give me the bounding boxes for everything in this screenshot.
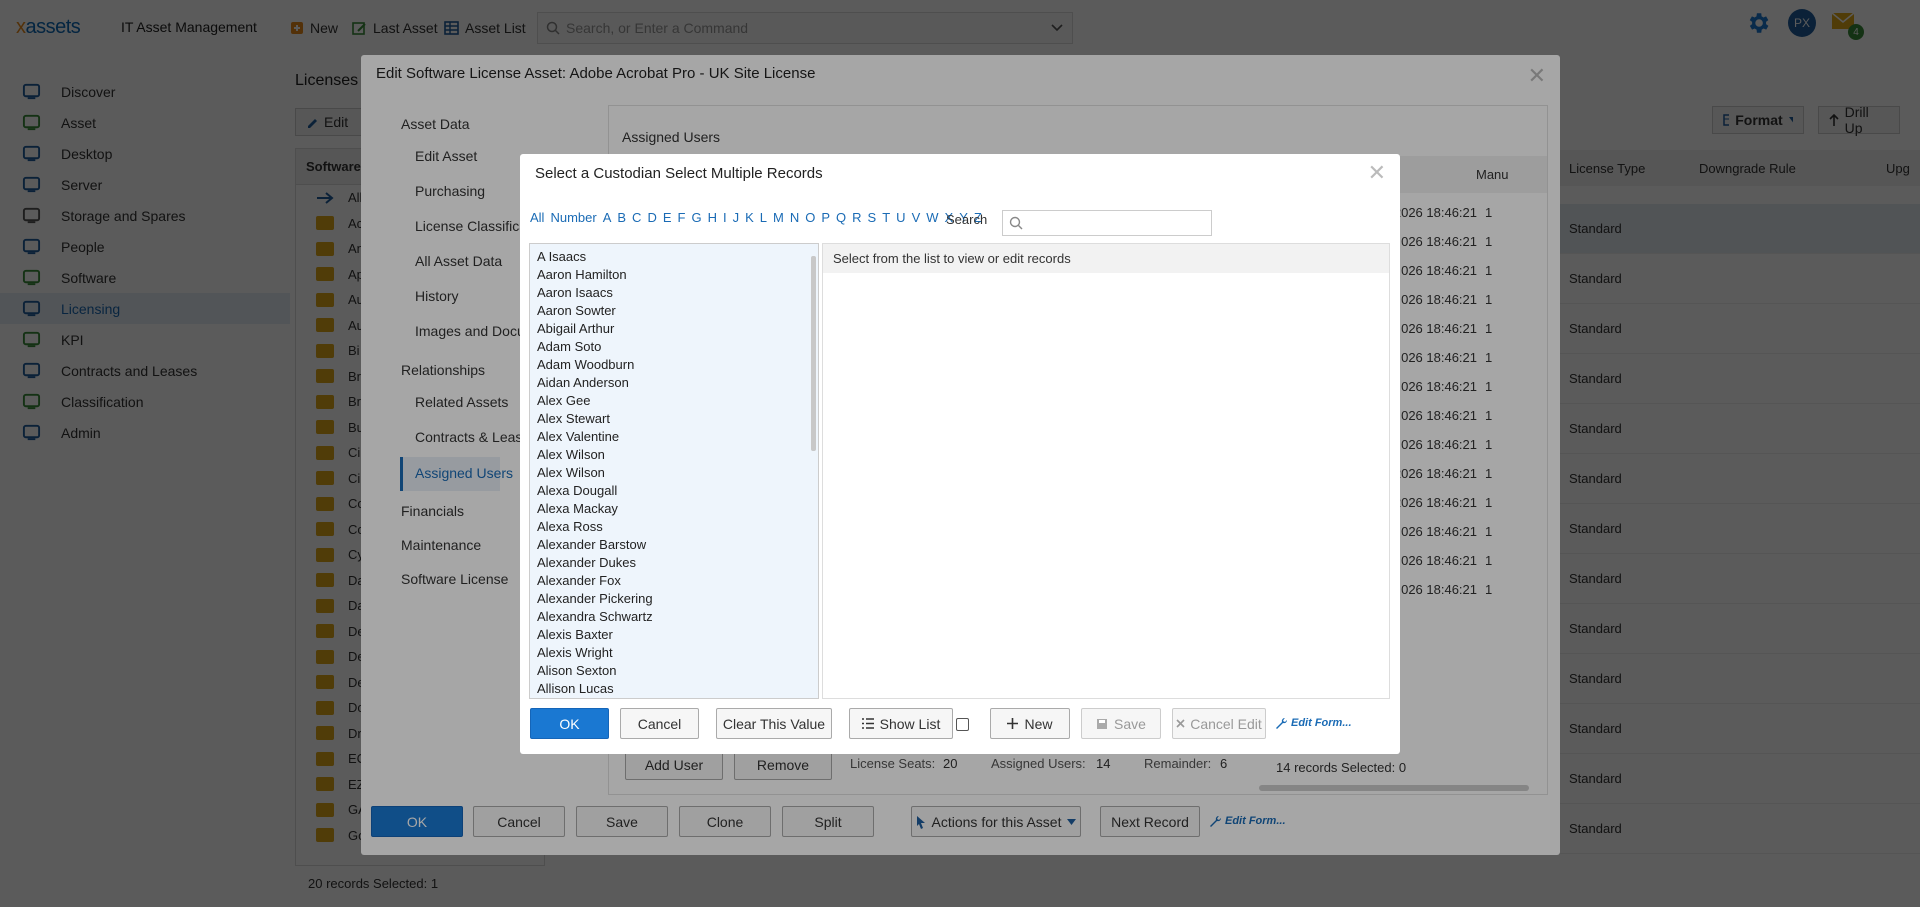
custodian-list[interactable]: A Isaacs Aaron Hamilton Aaron Isaacs Aaron …	[529, 243, 819, 699]
dialog-title: Select a Custodian Select Multiple Recor…	[535, 165, 823, 182]
list-item[interactable]: Adam Soto	[530, 338, 818, 356]
edit-form-link[interactable]: Edit Form...	[1275, 717, 1352, 729]
list-item[interactable]: Alexander Pickering	[530, 590, 818, 608]
list-item[interactable]: Abigail Arthur	[530, 320, 818, 338]
list-item[interactable]: Alexa Ross	[530, 518, 818, 536]
select-custodian-dialog: Select a Custodian Select Multiple Recor…	[520, 154, 1400, 754]
list-item[interactable]: Alexander Dukes	[530, 554, 818, 572]
alpha-filter-k[interactable]: K	[745, 210, 754, 225]
list-item[interactable]: Alexa Mackay	[530, 500, 818, 518]
alpha-filter-m[interactable]: M	[773, 210, 784, 225]
record-detail-panel: Select from the list to view or edit rec…	[822, 243, 1390, 699]
list-item[interactable]: A Isaacs	[530, 248, 818, 266]
alpha-filter-f[interactable]: F	[678, 210, 686, 225]
alpha-filter-r[interactable]: R	[852, 210, 861, 225]
alpha-filter-n[interactable]: N	[790, 210, 799, 225]
alpha-filter-e[interactable]: E	[663, 210, 672, 225]
alpha-filter-a[interactable]: A	[603, 210, 612, 225]
list-item[interactable]: Alexa Dougall	[530, 482, 818, 500]
list-item[interactable]: Allison Lucas	[530, 680, 818, 698]
alpha-filter-g[interactable]: G	[691, 210, 701, 225]
clear-value-button[interactable]: Clear This Value	[716, 708, 832, 739]
cancel-edit-button[interactable]: Cancel Edit	[1172, 708, 1266, 739]
list-item[interactable]: Alex Wilson	[530, 464, 818, 482]
scrollbar[interactable]	[811, 256, 816, 451]
alpha-filter-d[interactable]: D	[647, 210, 656, 225]
ok-button[interactable]: OK	[530, 708, 609, 739]
list-item[interactable]: Alexander Barstow	[530, 536, 818, 554]
list-item[interactable]: Aaron Sowter	[530, 302, 818, 320]
close-icon	[1176, 719, 1185, 728]
alpha-filter-l[interactable]: L	[760, 210, 767, 225]
save-icon	[1097, 718, 1108, 729]
list-item[interactable]: Alex Valentine	[530, 428, 818, 446]
list-item[interactable]: Alexander Fox	[530, 572, 818, 590]
list-item[interactable]: Aaron Hamilton	[530, 266, 818, 284]
list-item[interactable]: Alison Sexton	[530, 662, 818, 680]
alpha-filter-b[interactable]: B	[617, 210, 626, 225]
wrench-icon	[1276, 717, 1287, 729]
search-icon	[1009, 216, 1023, 230]
alpha-filter-number[interactable]: Number	[550, 210, 596, 225]
list-item[interactable]: Aaron Isaacs	[530, 284, 818, 302]
alpha-filter-o[interactable]: O	[805, 210, 815, 225]
alpha-filter-u[interactable]: U	[896, 210, 905, 225]
cancel-button[interactable]: Cancel	[620, 708, 699, 739]
new-button[interactable]: New	[990, 708, 1070, 739]
list-item[interactable]: Alex Stewart	[530, 410, 818, 428]
save-button[interactable]: Save	[1081, 708, 1161, 739]
alphabet-filter: All Number A B C D E F G H I J K L M N O P Q R S T U V W X Y Z	[530, 210, 988, 225]
alpha-filter-q[interactable]: Q	[836, 210, 846, 225]
alpha-filter-h[interactable]: H	[708, 210, 717, 225]
alpha-filter-i[interactable]: I	[723, 210, 727, 225]
detail-placeholder: Select from the list to view or edit rec…	[823, 244, 1389, 273]
list-item[interactable]: Alexis Wright	[530, 644, 818, 662]
list-item[interactable]: Alex Wilson	[530, 446, 818, 464]
search-label: Search	[946, 212, 988, 227]
plus-icon	[1007, 718, 1019, 729]
list-item[interactable]: Alexandra Schwartz	[530, 608, 818, 626]
list-icon	[861, 718, 874, 729]
list-item[interactable]: Alexis Baxter	[530, 626, 818, 644]
alpha-filter-p[interactable]: P	[821, 210, 830, 225]
multi-select-checkbox[interactable]	[956, 718, 969, 731]
alpha-filter-w[interactable]: W	[926, 210, 938, 225]
alpha-filter-v[interactable]: V	[912, 210, 921, 225]
list-item[interactable]: Aidan Anderson	[530, 374, 818, 392]
show-list-button[interactable]: Show List	[849, 708, 953, 739]
list-item[interactable]: Adam Woodburn	[530, 356, 818, 374]
close-icon[interactable]: ✕	[1368, 160, 1386, 186]
alpha-filter-j[interactable]: J	[733, 210, 740, 225]
list-item[interactable]: Alex Gee	[530, 392, 818, 410]
alpha-filter-s[interactable]: S	[868, 210, 877, 225]
search-input[interactable]	[1002, 210, 1212, 236]
alpha-filter-c[interactable]: C	[632, 210, 641, 225]
custodian-list-items: A Isaacs Aaron Hamilton Aaron Isaacs Aaron …	[530, 244, 818, 698]
alpha-filter-all[interactable]: All	[530, 210, 544, 225]
alpha-filter-t[interactable]: T	[882, 210, 890, 225]
